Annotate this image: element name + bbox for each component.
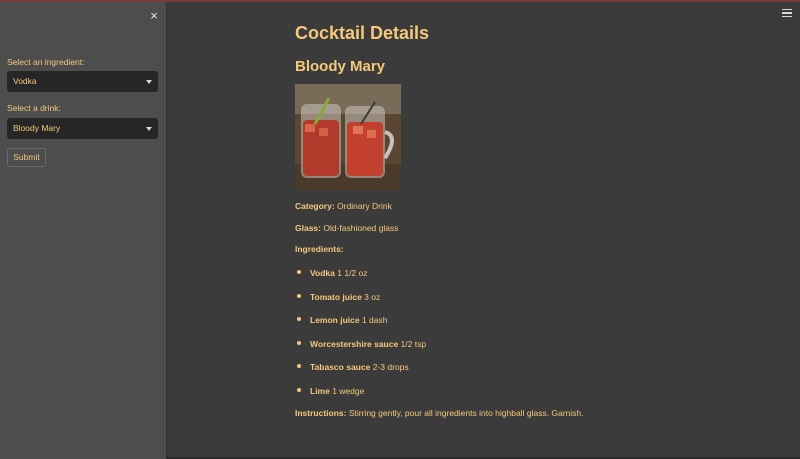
category-line: Category: Ordinary Drink <box>295 201 392 211</box>
ingredient-measure: 1 dash <box>359 315 388 325</box>
list-item: Vodka 1 1/2 oz <box>310 268 368 278</box>
ingredients-heading: Ingredients: <box>295 244 344 254</box>
glass-value: Old-fashioned glass <box>321 223 399 233</box>
instructions-value: Stirring gently, pour all ingredients in… <box>346 408 584 418</box>
menu-line <box>782 12 792 14</box>
menu-line <box>782 15 792 18</box>
drink-title: Bloody Mary <box>295 58 386 75</box>
hamburger-menu-icon[interactable] <box>782 9 792 18</box>
sidebar: × Select an ingredient: Vodka Select a d… <box>0 2 167 459</box>
glass-label: Glass: <box>295 223 321 233</box>
ingredient-name: Lime <box>310 386 330 396</box>
list-item: Tomato juice 3 oz <box>310 292 380 302</box>
drink-label: Select a drink: <box>7 103 61 113</box>
ingredient-select-value: Vodka <box>13 76 37 86</box>
drink-select-value: Bloody Mary <box>13 123 61 133</box>
ingredient-name: Tabasco sauce <box>310 362 371 372</box>
ingredient-measure: 1/2 tsp <box>398 339 427 349</box>
list-bullet <box>297 294 301 298</box>
chevron-down-icon <box>146 80 152 84</box>
chevron-down-icon <box>146 127 152 131</box>
category-value: Ordinary Drink <box>334 201 392 211</box>
page-title: Cocktail Details <box>295 23 430 43</box>
list-item: Worcestershire sauce 1/2 tsp <box>310 339 426 349</box>
ingredient-measure: 1 1/2 oz <box>334 268 368 278</box>
ingredient-measure: 3 oz <box>361 292 381 302</box>
list-bullet <box>297 364 301 368</box>
ingredient-name: Lemon juice <box>310 315 360 325</box>
instructions-label: Instructions: <box>295 408 347 418</box>
category-label: Category: <box>295 201 335 211</box>
close-icon[interactable]: × <box>148 9 160 22</box>
list-bullet <box>297 317 301 321</box>
instructions-line: Instructions: Stirring gently, pour all … <box>295 408 584 418</box>
ingredient-label: Select an ingredient: <box>7 57 85 67</box>
ingredient-measure: 2-3 drops <box>370 362 409 372</box>
drink-select[interactable]: Bloody Mary <box>7 118 158 139</box>
ingredient-select[interactable]: Vodka <box>7 71 158 92</box>
drink-photo <box>295 84 401 190</box>
list-bullet <box>297 388 301 392</box>
ingredient-name: Tomato juice <box>310 292 362 302</box>
submit-button[interactable]: Submit <box>7 148 46 167</box>
ingredient-name: Worcestershire sauce <box>310 339 399 349</box>
list-item: Lime 1 wedge <box>310 386 364 396</box>
ingredient-name: Vodka <box>310 268 335 278</box>
ingredient-measure: 1 wedge <box>329 386 365 396</box>
list-bullet <box>297 270 301 274</box>
ingredients-label: Ingredients: <box>295 244 344 254</box>
list-item: Tabasco sauce 2-3 drops <box>310 362 409 372</box>
list-bullet <box>297 341 301 345</box>
list-item: Lemon juice 1 dash <box>310 315 387 325</box>
glass-line: Glass: Old-fashioned glass <box>295 223 399 233</box>
menu-line <box>782 9 792 11</box>
